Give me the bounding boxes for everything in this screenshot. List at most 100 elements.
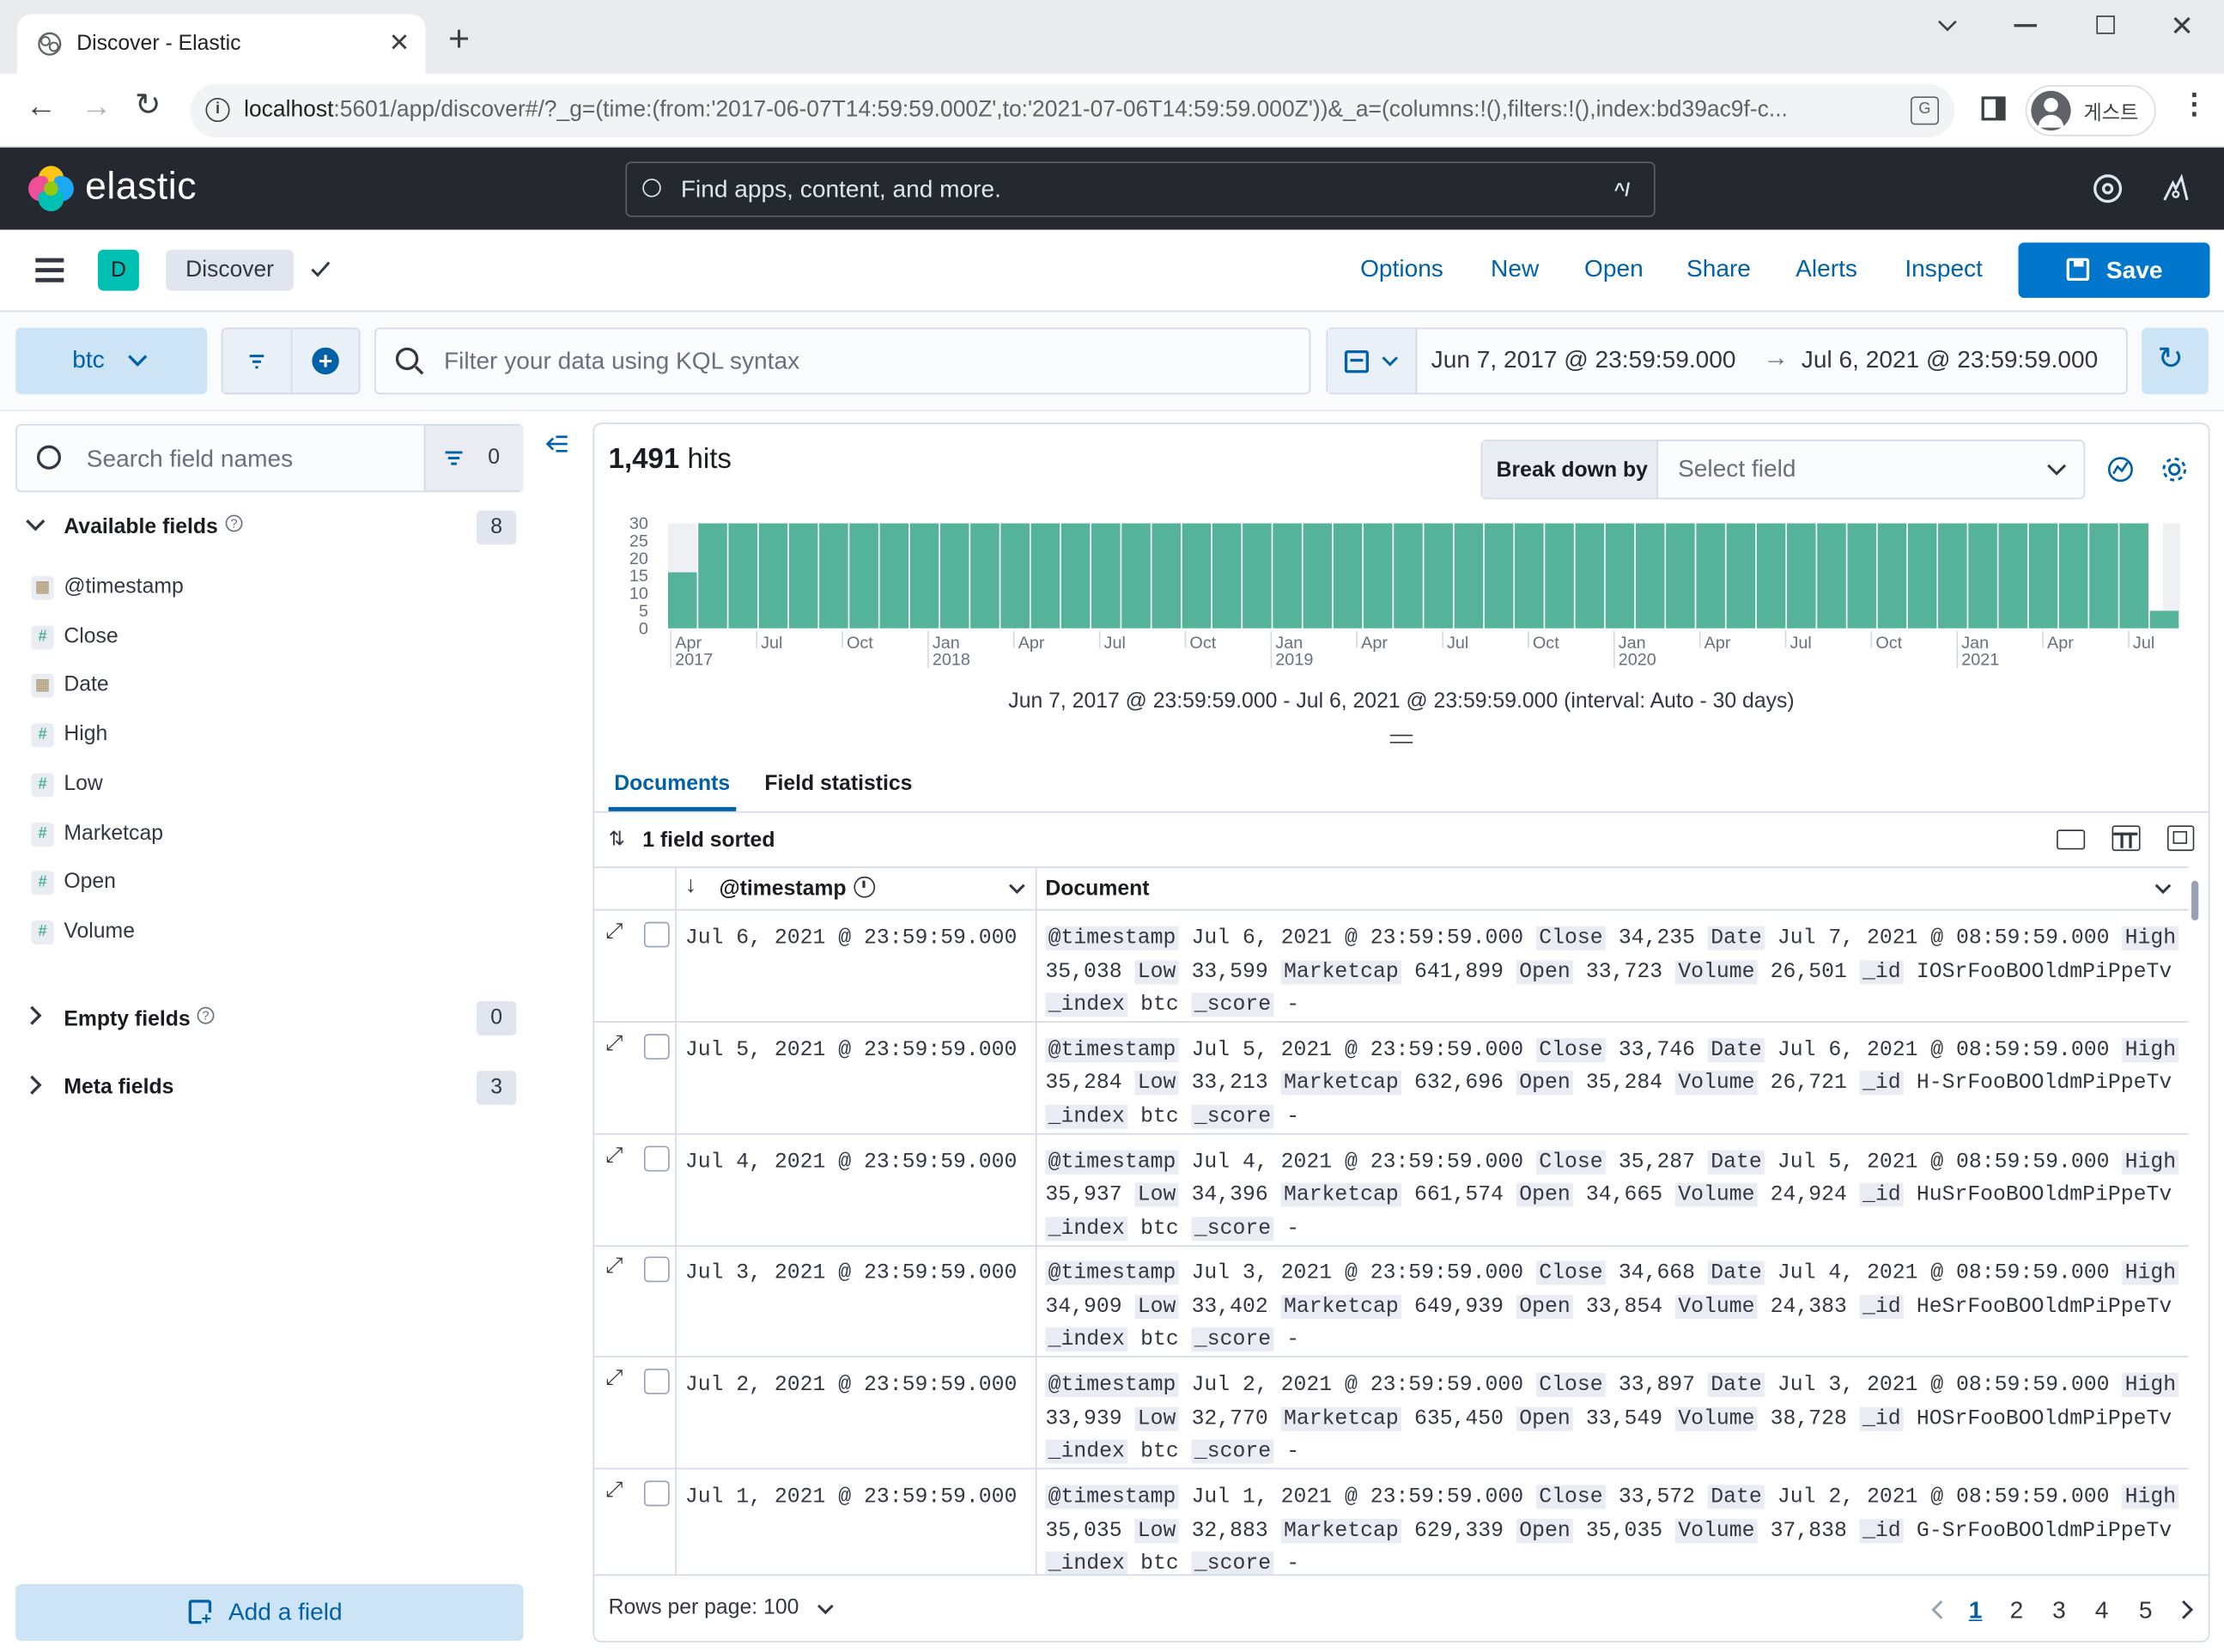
maximize-icon[interactable] (2096, 15, 2115, 34)
expand-row-icon[interactable]: ⤢ (605, 1478, 623, 1502)
histogram-bar[interactable] (1877, 523, 1907, 629)
histogram-bar[interactable] (1696, 523, 1725, 629)
add-field-button[interactable]: + Add a field (15, 1584, 524, 1642)
histogram-bar[interactable] (1666, 523, 1695, 629)
histogram-bar[interactable] (758, 523, 788, 629)
histogram-bar[interactable] (1091, 523, 1121, 629)
histogram-bar[interactable] (2058, 523, 2088, 629)
info-icon[interactable]: ? (225, 514, 243, 532)
expand-row-icon[interactable]: ⤢ (605, 919, 623, 943)
close-tab-icon[interactable]: ✕ (389, 28, 410, 58)
histogram-bar[interactable] (1817, 523, 1846, 629)
histogram-bar[interactable] (1000, 523, 1030, 629)
field-item[interactable]: # Marketcap (31, 811, 570, 859)
histogram-bar[interactable] (1273, 523, 1302, 629)
row-select-checkbox[interactable] (643, 1145, 670, 1171)
field-item[interactable]: # Volume (31, 909, 570, 957)
field-item[interactable]: # Low (31, 762, 570, 810)
row-select-checkbox[interactable] (643, 1369, 670, 1395)
chevron-down-icon[interactable] (2154, 884, 2172, 895)
rows-per-page[interactable]: Rows per page: 100 (609, 1595, 799, 1619)
resize-handle-icon[interactable] (1389, 734, 1413, 744)
alerts-link[interactable]: Alerts (1796, 255, 1857, 283)
filter-menu-icon[interactable] (246, 352, 268, 372)
histogram-bar[interactable] (1575, 523, 1605, 629)
histogram-bar[interactable] (788, 523, 818, 629)
histogram-bar[interactable] (970, 523, 1000, 629)
row-select-checkbox[interactable] (643, 921, 670, 948)
histogram-bar[interactable] (1938, 523, 1967, 629)
histogram-bar[interactable] (1605, 523, 1635, 629)
fullscreen-icon[interactable] (2166, 825, 2195, 852)
histogram-bar[interactable] (1907, 523, 1937, 629)
chevron-right-icon[interactable] (28, 1005, 43, 1025)
forward-icon[interactable]: → (81, 90, 112, 122)
expand-row-icon[interactable]: ⤢ (605, 1031, 623, 1055)
grid-scrollbar[interactable] (2191, 880, 2199, 921)
page-1[interactable]: 1 (1969, 1597, 1983, 1625)
histogram-bar[interactable] (1212, 523, 1242, 629)
histogram-bar[interactable] (939, 523, 969, 629)
row-select-checkbox[interactable] (643, 1033, 670, 1060)
histogram-bar[interactable] (2119, 523, 2148, 629)
expand-row-icon[interactable]: ⤢ (605, 1366, 623, 1390)
histogram-bar[interactable] (1394, 523, 1423, 629)
histogram-bar[interactable] (819, 523, 848, 629)
available-fields-header[interactable]: Available fields (64, 515, 217, 539)
help-icon[interactable] (2093, 174, 2123, 203)
breadcrumb-discover[interactable]: Discover (166, 249, 294, 291)
new-link[interactable]: New (1491, 255, 1539, 283)
minimize-icon[interactable] (2014, 24, 2037, 27)
expand-row-icon[interactable]: ⤢ (605, 1143, 623, 1167)
previous-page-icon[interactable] (1930, 1600, 1945, 1619)
add-filter-icon[interactable]: + (312, 347, 339, 375)
inspect-link[interactable]: Inspect (1905, 255, 1983, 283)
row-select-checkbox[interactable] (643, 1480, 670, 1507)
address-bar[interactable]: i localhost:5601/app/discover#/?_g=(time… (190, 83, 1955, 138)
empty-fields-header[interactable]: Empty fields (64, 1007, 190, 1031)
back-icon[interactable]: ← (26, 90, 57, 122)
page-2[interactable]: 2 (2010, 1597, 2024, 1625)
keyboard-shortcuts-icon[interactable] (2057, 829, 2086, 850)
sort-descending-icon[interactable]: ↓ (685, 874, 696, 900)
next-page-icon[interactable] (2180, 1600, 2195, 1619)
field-search[interactable]: Search field names 0 (15, 423, 524, 493)
close-window-icon[interactable]: ✕ (2170, 9, 2194, 44)
histogram-bar[interactable] (1998, 523, 2028, 629)
chart-options-icon[interactable] (2105, 454, 2136, 485)
time-from[interactable]: Jun 7, 2017 @ 23:59:59.000 (1431, 346, 1736, 374)
histogram-bar[interactable] (1243, 523, 1272, 629)
histogram-bar[interactable] (1030, 523, 1060, 629)
sorted-fields-button[interactable]: 1 field sorted (642, 829, 775, 853)
hamburger-menu-icon[interactable] (35, 258, 64, 282)
browser-tab[interactable]: Discover - Elastic ✕ (16, 14, 426, 74)
refresh-button[interactable]: ↻ (2142, 327, 2209, 395)
histogram-bar[interactable] (1726, 523, 1756, 629)
save-button[interactable]: Save (2018, 242, 2210, 298)
browser-menu-icon[interactable]: ⋮ (2180, 91, 2209, 119)
time-to[interactable]: Jul 6, 2021 @ 23:59:59.000 (1802, 346, 2098, 374)
global-search[interactable]: Find apps, content, and more. ^/ (625, 161, 1656, 217)
checkmark-icon[interactable] (309, 259, 331, 279)
space-avatar[interactable]: D (97, 249, 139, 291)
chevron-right-icon[interactable] (28, 1075, 43, 1095)
elastic-logo-icon[interactable] (28, 166, 74, 212)
histogram-bar[interactable] (1545, 523, 1574, 629)
quick-select-button[interactable] (1328, 329, 1418, 393)
display-settings-icon[interactable] (2112, 825, 2141, 852)
histogram-bar[interactable] (1182, 523, 1212, 629)
histogram-bar[interactable] (2028, 523, 2058, 629)
histogram-bar[interactable] (909, 523, 939, 629)
new-tab-icon[interactable]: + (448, 20, 470, 57)
column-header-document[interactable]: Document (1045, 877, 1149, 901)
collapse-sidebar-icon[interactable] (544, 434, 570, 456)
chevron-down-icon[interactable] (1008, 884, 1025, 895)
histogram-bar[interactable] (1424, 523, 1453, 629)
histogram-bar[interactable] (849, 523, 878, 629)
histogram-bar[interactable] (1635, 523, 1665, 629)
gear-icon[interactable] (2159, 454, 2190, 485)
page-3[interactable]: 3 (2052, 1597, 2066, 1625)
kql-query-input[interactable]: Filter your data using KQL syntax (374, 327, 1311, 395)
newsfeed-icon[interactable] (2159, 172, 2193, 206)
profile-button[interactable]: 게스트 (2025, 85, 2156, 137)
